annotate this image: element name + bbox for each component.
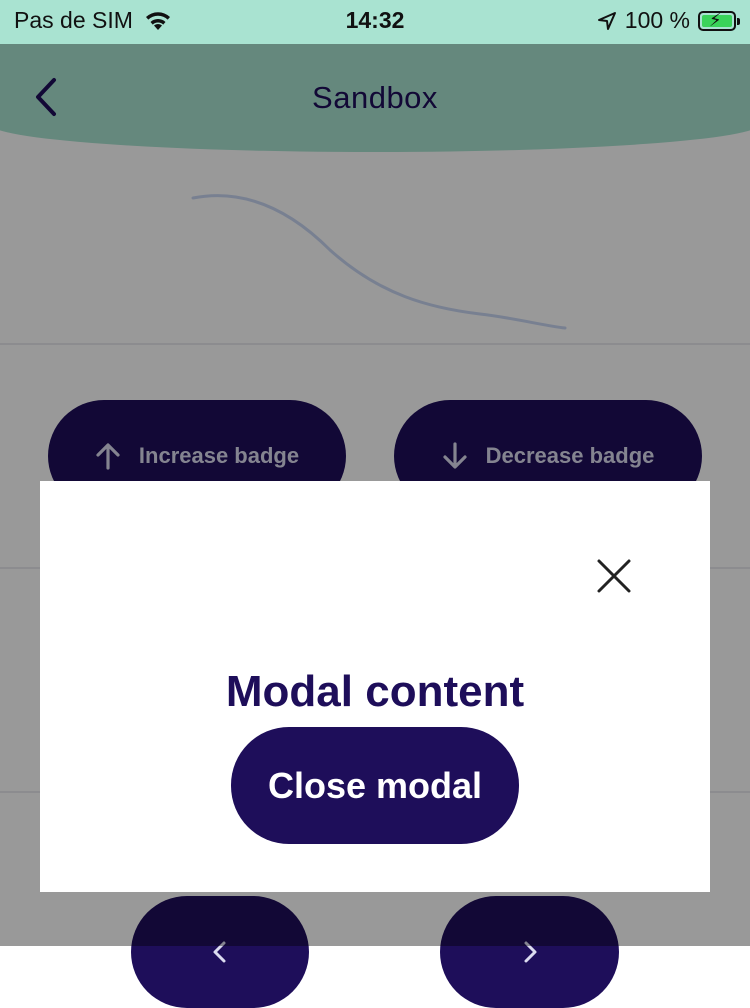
modal-title: Modal content <box>225 667 525 716</box>
modal-dialog: Modal content Close modal <box>40 481 710 892</box>
close-x-icon[interactable] <box>596 558 632 594</box>
status-right: 100 % ⚡ <box>597 7 740 34</box>
battery-charging-icon: ⚡ <box>698 9 740 31</box>
close-modal-button[interactable]: Close modal <box>231 727 519 844</box>
location-arrow-icon <box>597 11 616 30</box>
status-bar: Pas de SIM 14:32 100 % ⚡ <box>0 0 750 44</box>
battery-percent: 100 % <box>624 7 690 33</box>
bolt-icon: ⚡ <box>709 9 722 30</box>
